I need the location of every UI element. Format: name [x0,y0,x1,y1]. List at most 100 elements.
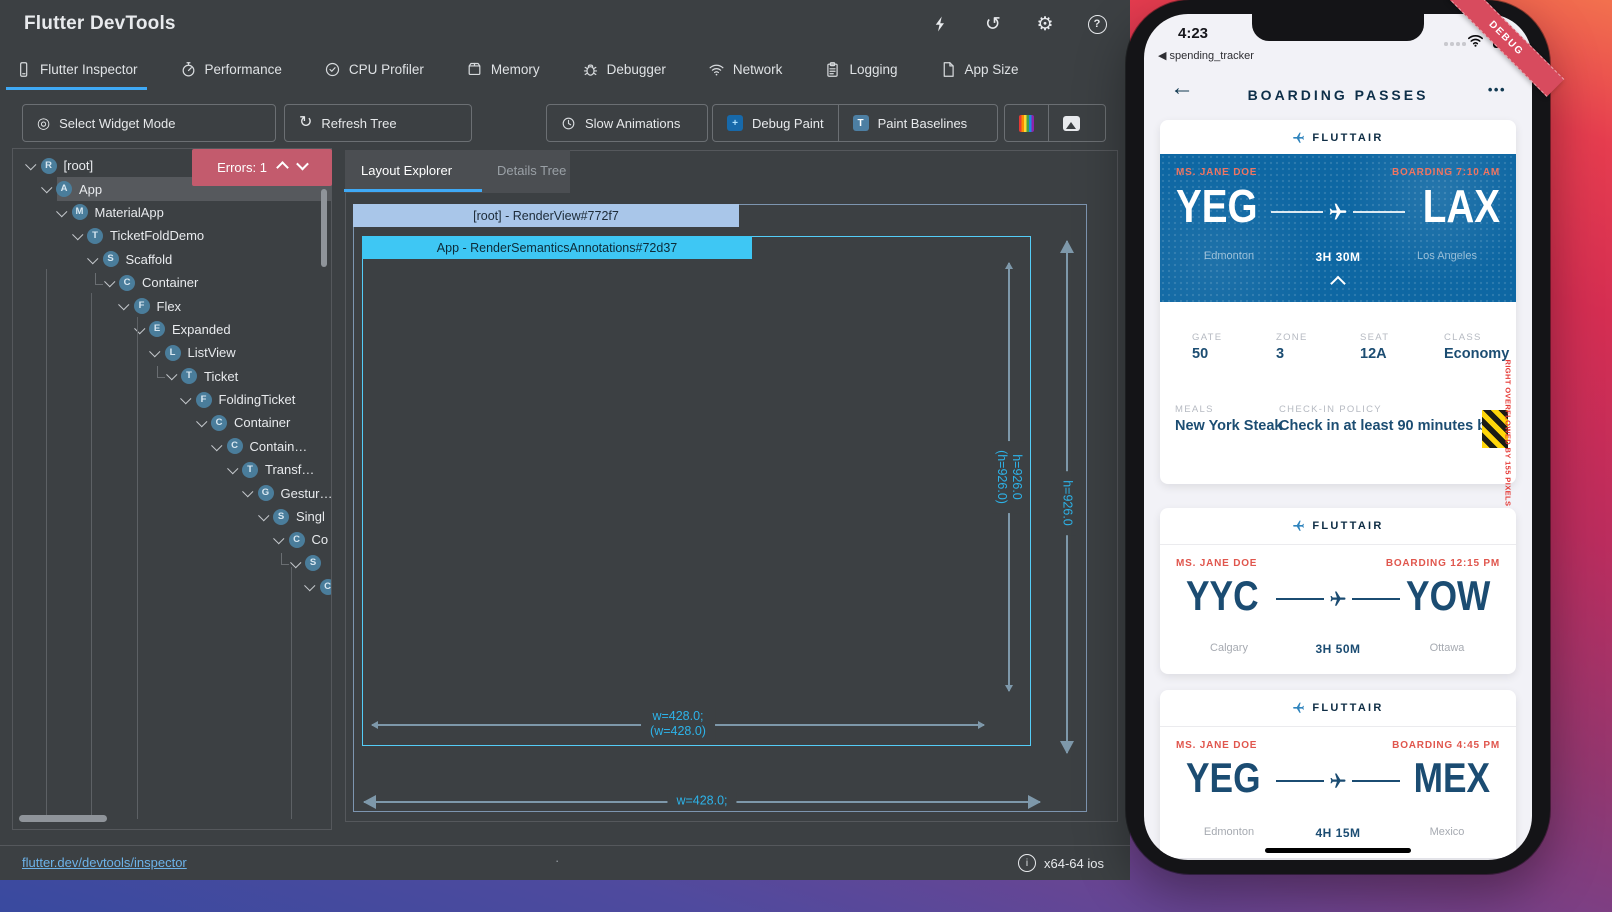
horizontal-scrollbar[interactable] [19,815,107,822]
chevron-down-icon[interactable] [56,206,67,217]
errors-badge[interactable]: Errors: 1 [192,149,332,186]
paint-baselines-button[interactable]: T Paint Baselines [838,105,982,141]
tree-item[interactable]: CContainer [13,271,331,294]
widget-badge: T [87,228,103,244]
tree-item[interactable]: MMaterialApp [13,201,331,224]
tree-item[interactable]: SScaffold [13,248,331,271]
tree-item[interactable]: CCo [13,528,331,551]
chevron-down-icon[interactable] [258,510,269,521]
clipboard-icon [824,61,841,78]
chevron-down-icon[interactable] [196,416,207,427]
tree-item[interactable]: SSingl [13,505,331,528]
chevron-down-icon[interactable] [87,253,98,264]
chevron-down-icon[interactable] [118,299,129,310]
tab-cpu-profiler[interactable]: CPU Profiler [321,48,427,90]
widget-badge: C [320,579,333,595]
tree-item[interactable]: TTicketFoldDemo [13,224,331,247]
chevron-down-icon[interactable] [25,159,36,170]
tree-item[interactable]: CContain… [13,435,331,458]
chevron-down-icon[interactable] [290,557,301,568]
chevron-down-icon[interactable] [242,486,253,497]
repaint-rainbow-button[interactable] [1005,105,1048,141]
tab-performance[interactable]: Performance [177,48,285,90]
gate-label: GATE [1192,332,1222,343]
boarding-pass-card[interactable]: FLUTTAIR MS. JANE DOE BOARDING 4:45 PM Y… [1160,690,1516,858]
widget-badge: C [119,275,135,291]
tree-item[interactable]: CContainer [13,411,331,434]
chevron-down-icon[interactable] [104,276,115,287]
chevron-down-icon[interactable] [134,323,145,334]
vertical-scrollbar[interactable] [321,189,327,267]
docs-link[interactable]: flutter.dev/devtools/inspector [22,855,187,870]
more-menu-button[interactable]: ••• [1488,82,1506,97]
chevron-down-icon[interactable] [304,580,315,591]
tab-network[interactable]: Network [705,48,786,90]
tree-item[interactable]: FFoldingTicket [13,388,331,411]
boarding-pass-card[interactable]: FLUTTAIR MS. JANE DOE BOARDING 12:15 PM … [1160,508,1516,674]
devtools-header: Flutter DevTools ↺ ⚙ ? [0,0,1130,48]
tree-guide-line [291,567,292,819]
refresh-tree-button[interactable]: ↻ Refresh Tree [284,104,472,142]
hot-restart-icon[interactable] [930,13,952,35]
widget-badge: S [305,555,321,571]
clock-icon [561,116,576,131]
help-icon[interactable]: ? [1086,13,1108,35]
app-render-label[interactable]: App - RenderSemanticsAnnotations#72d37 [362,236,752,259]
tab-debugger[interactable]: Debugger [579,48,669,90]
tab-details-tree[interactable]: Details Tree [497,163,566,178]
airline-logo: FLUTTAIR [1160,701,1516,714]
select-widget-mode-button[interactable]: ◎ Select Widget Mode [22,104,276,142]
refresh-icon: ↻ [299,115,312,131]
slow-animations-button[interactable]: Slow Animations [546,104,708,142]
chevron-down-icon[interactable] [273,533,284,544]
boarding-pass-card[interactable]: FLUTTAIR MS. JANE DOE BOARDING 7:10 AM Y… [1160,120,1516,484]
tab-memory[interactable]: Memory [463,48,543,90]
settings-icon[interactable]: ⚙ [1034,13,1056,35]
collapse-chevron-icon[interactable] [1330,276,1346,292]
notch [1252,14,1424,41]
return-to-app[interactable]: ◀ spending_tracker [1158,49,1254,62]
desktop: Flutter DevTools ↺ ⚙ ? Flutter Inspector… [0,0,1612,912]
tree-guide-line [91,293,92,819]
tree-item[interactable]: LListView [13,341,331,364]
chevron-down-icon[interactable] [180,393,191,404]
history-icon[interactable]: ↺ [982,13,1004,35]
chevron-down-icon[interactable] [211,440,222,451]
boarding-time: BOARDING 7:10 AM [1392,167,1500,178]
tab-flutter-inspector[interactable]: Flutter Inspector [12,48,141,90]
chevron-down-icon[interactable] [72,229,83,240]
overflow-error-text: RIGHT OVERFLOWED BY 155 PIXELS [1504,360,1513,490]
tab-logging[interactable]: Logging [821,48,900,90]
tree-item[interactable]: GGestur… [13,481,331,504]
debug-banner-button[interactable] [1048,105,1094,141]
checkin-value: Check in at least 90 minutes before t [1279,418,1482,434]
tree-item[interactable]: EExpanded [13,318,331,341]
app-render-box[interactable] [362,236,1031,746]
chevron-down-icon[interactable] [166,369,177,380]
widget-badge: T [242,462,258,478]
tree-item[interactable]: FFlex [13,294,331,317]
previous-error-icon[interactable] [276,161,289,174]
outer-height-label: h=926.0 [1058,471,1077,535]
next-error-icon[interactable] [296,158,309,171]
origin-city: Edmonton [1174,250,1284,262]
widget-badge: C [211,415,227,431]
tree-item[interactable]: TTicket [13,365,331,388]
tree-item[interactable]: TTransf… [13,458,331,481]
home-indicator[interactable] [1265,848,1411,853]
tab-app-size[interactable]: App Size [937,48,1022,90]
tree-item[interactable]: C [13,575,331,598]
destination-city: Mexico [1392,826,1502,838]
tab-layout-explorer[interactable]: Layout Explorer [361,163,452,178]
widget-badge: L [165,345,181,361]
chevron-down-icon[interactable] [227,463,238,474]
stopwatch-icon [180,61,197,78]
devtools-window: Flutter DevTools ↺ ⚙ ? Flutter Inspector… [0,0,1130,880]
plane-icon [1329,590,1347,608]
root-render-label[interactable]: [root] - RenderView#772f7 [353,204,739,227]
wifi-icon [708,61,725,78]
debug-paint-button[interactable]: + Debug Paint [713,105,838,141]
chevron-down-icon[interactable] [149,346,160,357]
chevron-down-icon[interactable] [41,182,52,193]
tree-item[interactable]: S [13,552,331,575]
